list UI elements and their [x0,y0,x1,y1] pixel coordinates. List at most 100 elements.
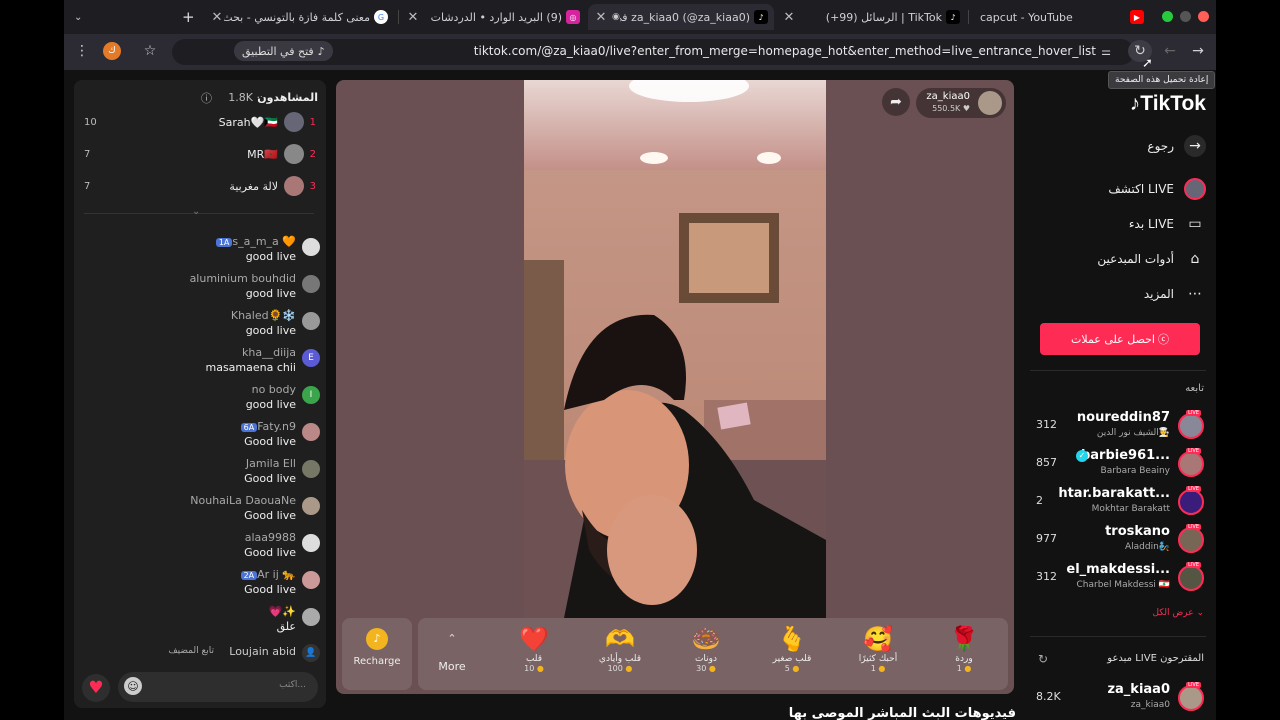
suggested-item[interactable]: 8.2K za_kiaa0 za_kiaa0 LIVE [1030,680,1216,718]
gift-item[interactable]: 🍩 دونات 30 ● [666,620,746,688]
live-stream-player[interactable]: ➦ za_kiaa0 550.5K ♥ ♪ Recharge ⌃ More ❤️ ق… [336,80,1014,694]
avatar [1178,565,1204,591]
following-item[interactable]: 312 el_makdessi... Charbel Makdessi 🇱🇧 LIVE [1030,560,1216,598]
url-text: tiktok.com/@za_kiaa0/live?enter_from_mer… [473,44,1096,58]
live-avatar-icon [1184,178,1206,200]
host-name: za_kiaa0 [926,91,970,102]
nav-more[interactable]: المزيد ⋯ [1144,282,1206,306]
share-button[interactable]: ➦ [882,88,910,116]
gift-item[interactable]: 🌹 وردة 1 ● [924,620,1004,688]
like-heart-button[interactable]: ♥ [82,674,110,702]
expand-chevron-icon[interactable]: ⌄ [192,206,200,217]
chat-message: Ekha__diija masamaena chii [74,345,326,381]
divider [1030,636,1206,637]
chat-message: 💗✨ علق [74,604,326,640]
coin-icon: ● [536,664,544,673]
chat-message: Jamila Ell Good live [74,456,326,492]
emoji-icon[interactable]: ☺ [124,677,142,695]
close-icon[interactable]: ✕ [406,10,420,25]
top-viewer-row[interactable]: 7 2 MR🇲🇦 [74,140,326,170]
refresh-suggestions-icon[interactable]: ↻ [1038,652,1048,666]
menu-kebab-icon[interactable]: ⋮ [70,40,94,62]
close-icon[interactable]: ✕ [594,10,608,25]
gift-item[interactable]: ❤️ قلب 10 ● [494,620,574,688]
profile-avatar[interactable]: ك [100,40,124,62]
back-button[interactable]: ← [1158,40,1182,62]
gift-bar: ♪ Recharge ⌃ More ❤️ قلب 10 ● 🫶 قلب وأيادي 10… [342,618,1008,690]
heart-icon: ♥ [88,678,104,698]
screen: ⌄ + ✕ معنى كلمة فازة بالتونسي - بحث Go G… [0,0,1280,720]
chat-message: alaa9988 Good live [74,530,326,566]
follow-user-icon: 👤 [302,644,320,662]
avatar: E [302,349,320,367]
tab-bar: ⌄ + ✕ معنى كلمة فازة بالتونسي - بحث Go G… [64,0,1216,34]
following-item[interactable]: 312 noureddin87 الشيف نور الدين🧑‍🍳 LIVE [1030,408,1216,446]
tab-google[interactable]: ✕ معنى كلمة فازة بالتونسي - بحث Go G [204,4,394,30]
maximize-button[interactable] [1162,11,1173,22]
chat-message: Khaled🌻❄️ good live [74,308,326,344]
tiktok-logo[interactable]: ♪TikTok [1130,92,1206,116]
new-tab-button[interactable]: + [176,4,206,30]
recharge-button[interactable]: ♪ Recharge [342,618,412,690]
avatar [1178,527,1204,553]
avatar [284,112,304,132]
rose-gift-icon: 🌹 [949,625,979,653]
more-gifts-button[interactable]: ⌃ More [420,620,484,688]
instagram-icon: ◎ [566,10,580,24]
following-item[interactable]: 2 htar.barakatt... Mokhtar Barakatt LIVE [1030,484,1216,522]
host-card[interactable]: za_kiaa0 550.5K ♥ [916,88,1006,118]
finger-heart-gift-icon: 🫰 [777,625,807,653]
suggested-label: مبدعو LIVE المقترحون [1107,653,1204,664]
nav-explore-live[interactable]: اكتشف LIVE [1108,177,1206,201]
tab-youtube[interactable]: ▶ capcut - YouTube [970,4,1150,30]
avatar [1178,685,1204,711]
host-likes: 550.5K ♥ [932,104,970,113]
chat-message: 1A s_a_m_a 🧡 good live [74,234,326,270]
gift-item[interactable]: 🫶 قلب وأيادي 100 ● [580,620,660,688]
chat-message: Ino body good live [74,382,326,418]
coin-icon: ⓒ [1157,333,1169,346]
following-item[interactable]: 977 troskano Aladdin🧞 LIVE [1030,522,1216,560]
heart-hands-gift-icon: 🫶 [605,625,635,653]
divider [1030,370,1206,371]
tab-tiktok-live[interactable]: ✕ ◉ za_kiaa0 (@za_kiaa0) في ♪ [588,4,774,30]
comment-input[interactable]: ☺ اكتب... [118,672,318,702]
audio-icon: ◉ [612,12,620,22]
back-nav[interactable]: رجوع → [1147,134,1206,158]
avatar [1178,489,1204,515]
tab-tiktok-messages[interactable]: ✕ TikTok | الرسائل (99+) ♪ [776,4,966,30]
bookmark-star-icon[interactable]: ☆ [138,40,162,62]
verified-icon: ✓ [1076,450,1088,462]
forward-button[interactable]: → [1186,40,1210,62]
avatar [284,176,304,196]
top-viewer-row[interactable]: 7 3 لالة مغربية [74,172,326,202]
coin-icon: ● [708,664,716,673]
get-coins-button[interactable]: احصل على عملات ⓒ [1040,323,1200,355]
home-icon: ⌂ [1190,251,1200,267]
chat-message: NouhaiLa DaouaNe Good live [74,493,326,529]
see-all-link[interactable]: عرض الكل ⌄ [1152,608,1204,618]
tune-icon[interactable]: ⚌ [1094,40,1118,62]
close-window-button[interactable] [1198,11,1209,22]
avatar [978,91,1002,115]
more-dots-icon: ⋯ [1188,286,1202,302]
avatar [302,497,320,515]
video-frame-image [524,80,826,618]
close-icon[interactable]: ✕ [782,10,796,25]
open-in-app-button[interactable]: فتح في التطبيق ♪ [234,41,333,61]
following-item[interactable]: 857 barbie961... ✓ Barbara Beainy LIVE [1030,446,1216,484]
top-viewer-row[interactable]: 10 1 Sarah🤍🇰🇼 [74,108,326,138]
donut-gift-icon: 🍩 [691,625,721,653]
minimize-button[interactable] [1180,11,1191,22]
tab-title: za_kiaa0 (@za_kiaa0) في [620,10,750,24]
nav-creator-tools[interactable]: أدوات المبدعين ⌂ [1097,247,1206,271]
close-icon[interactable]: ✕ [210,10,224,25]
gift-item[interactable]: 🫰 قلب صغير 5 ● [752,620,832,688]
avatar [302,238,320,256]
tab-search-button[interactable]: ⌄ [68,4,90,30]
nav-go-live[interactable]: بدء LIVE ▭ [1129,212,1206,236]
tiktok-icon: ♪ [1129,92,1141,115]
gift-item[interactable]: 🥰 أحبك كثيرًا 1 ● [838,620,918,688]
chevron-down-icon: ⌄ [1196,608,1204,618]
tab-instagram[interactable]: ✕ (9) البريد الوارد • الدردشات ◎ [400,4,586,30]
